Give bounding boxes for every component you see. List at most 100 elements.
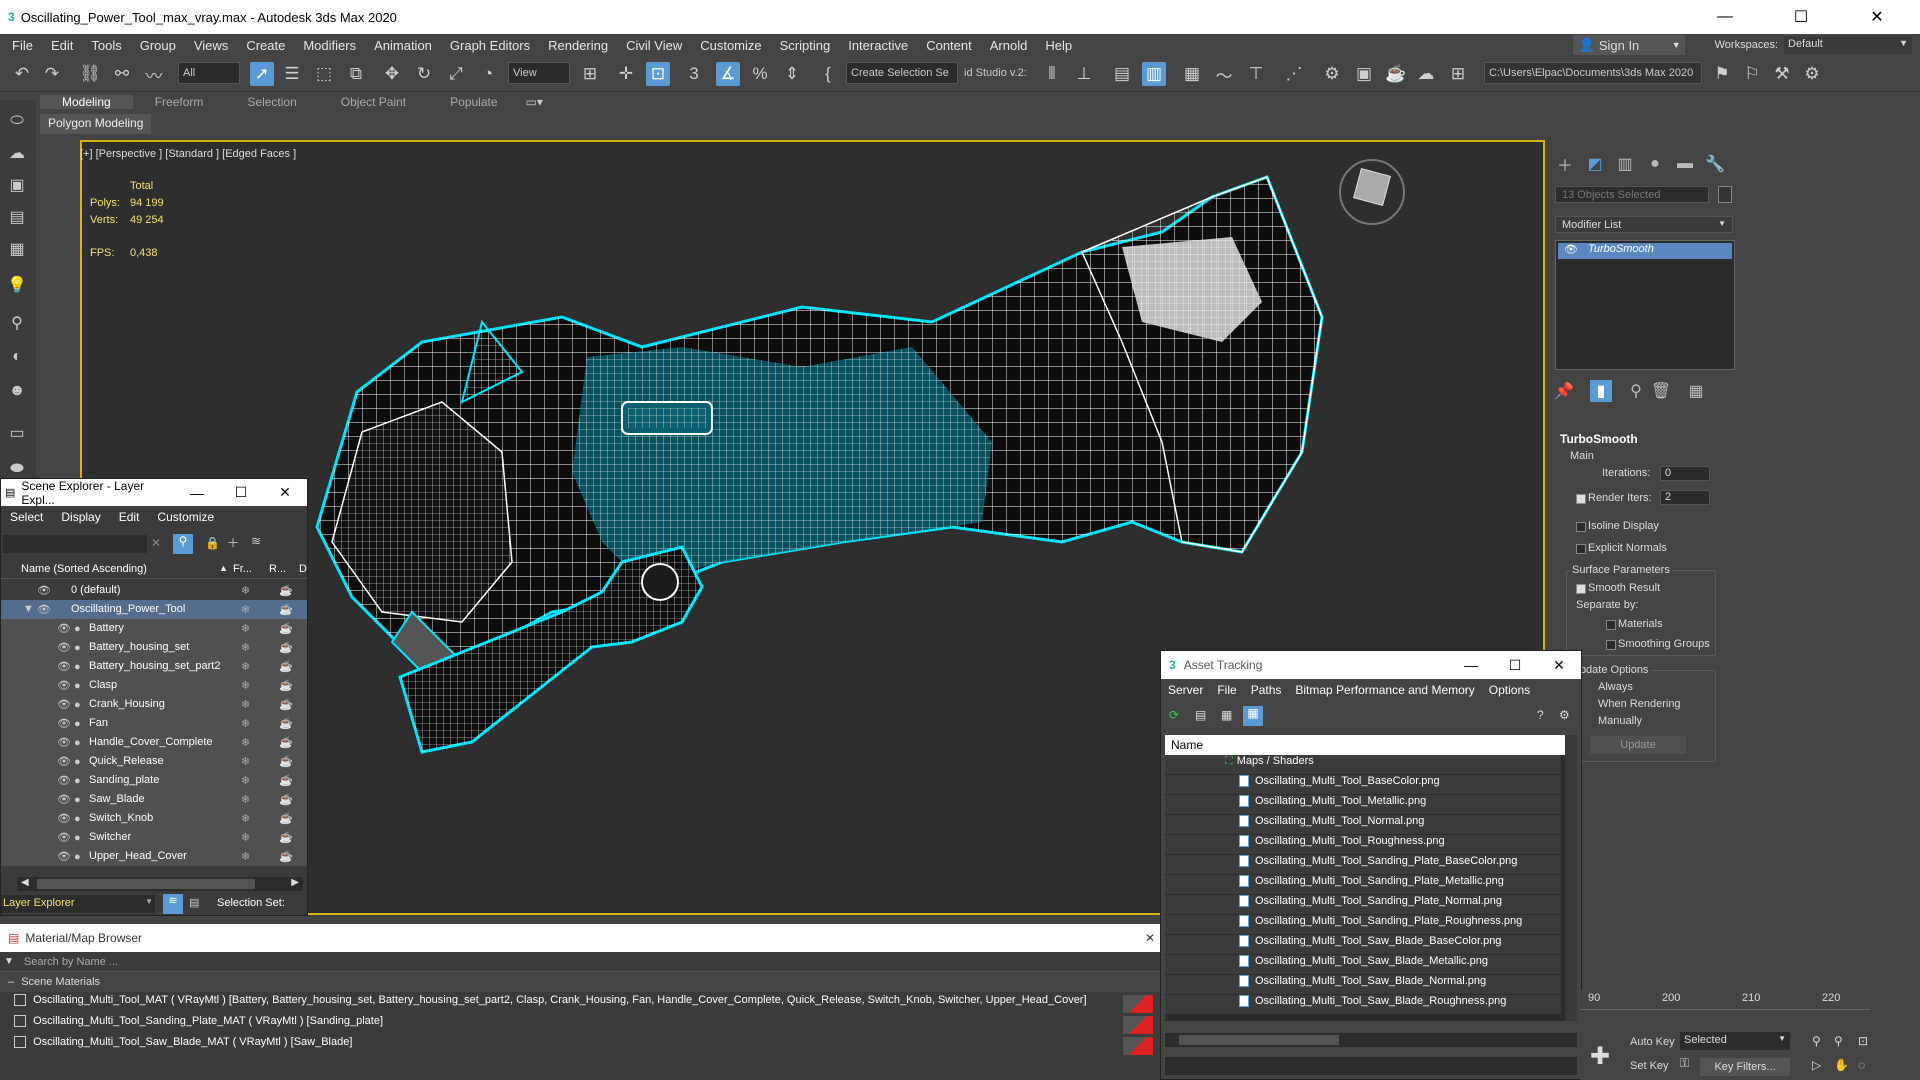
eye-icon[interactable]: 👁 <box>37 584 51 597</box>
freeze-icon[interactable]: ❄ <box>241 774 250 787</box>
eye-icon[interactable]: 👁 ● <box>57 717 81 730</box>
workspaces-dropdown[interactable]: Default ▼ <box>1784 36 1912 54</box>
eye-icon[interactable]: 👁 ● <box>57 850 81 863</box>
material-item[interactable]: Oscillating_Multi_Tool_Sanding_Plate_MAT… <box>14 1015 1157 1035</box>
list-item[interactable]: 👁 ● Handle_Cover_Complete ❄ ☕ <box>1 733 307 752</box>
render-icon[interactable]: ☕ <box>279 717 293 730</box>
material-item[interactable]: Oscillating_Multi_Tool_Saw_Blade_MAT ( V… <box>14 1036 1157 1056</box>
render-icon[interactable]: ☕ <box>279 584 293 597</box>
pivot-icon[interactable]: ⊞ <box>578 62 602 86</box>
pan-icon[interactable]: ✋ <box>1834 1058 1849 1072</box>
when-rendering-radio[interactable]: When Rendering <box>1598 698 1681 710</box>
materials-checkbox[interactable] <box>1606 620 1616 630</box>
list-item[interactable]: Oscillating_Multi_Tool_Metallic.png <box>1165 795 1561 814</box>
menu-graph-editors[interactable]: Graph Editors <box>441 38 539 53</box>
explicit-normals-checkbox[interactable] <box>1576 544 1586 554</box>
eye-icon[interactable]: 👁 ● <box>57 660 81 673</box>
field-of-view-icon[interactable]: ▷ <box>1812 1058 1821 1072</box>
time-ruler[interactable]: 90 200 210 220 <box>1580 990 1870 1010</box>
list-item[interactable]: 👁 ● Battery_housing_set_part2 ❄ ☕ <box>1 657 307 676</box>
asset-menu-paths[interactable]: Paths <box>1244 683 1289 697</box>
material-item[interactable]: Oscillating_Multi_Tool_MAT ( VRayMtl ) [… <box>14 994 1157 1014</box>
scene-maximize-button[interactable]: ☐ <box>219 484 263 501</box>
add-layer-icon[interactable]: ＋ <box>227 534 239 551</box>
render-icon[interactable]: ☕ <box>279 850 293 863</box>
list-item[interactable]: Oscillating_Multi_Tool_Sanding_Plate_Met… <box>1165 875 1561 894</box>
zoom-extents-icon[interactable]: ⊡ <box>1858 1034 1868 1048</box>
tab-populate[interactable]: Populate <box>428 95 519 109</box>
menu-customize[interactable]: Customize <box>691 38 770 53</box>
modifier-stack[interactable] <box>1555 240 1735 370</box>
always-radio[interactable]: Always <box>1598 681 1633 693</box>
display-tab-icon[interactable]: ▬ <box>1674 153 1696 175</box>
remove-modifier-icon[interactable]: 🗑 <box>1650 380 1672 402</box>
list-item[interactable]: 👁 ● Battery_housing_set ❄ ☕ <box>1 638 307 657</box>
freeze-icon[interactable]: ❄ <box>241 793 250 806</box>
asset-v-scrollbar[interactable] <box>1565 735 1577 1021</box>
table-view-icon[interactable]: ▦ <box>1221 708 1232 722</box>
asset-menu-bitmap[interactable]: Bitmap Performance and Memory <box>1288 683 1481 697</box>
project-save-icon[interactable]: ⚒ <box>1770 62 1794 86</box>
reference-coord-dropdown[interactable]: View <box>508 62 570 84</box>
layers-icon[interactable]: ≋ <box>251 534 261 548</box>
menu-edit[interactable]: Edit <box>42 38 82 53</box>
asset-h-scrollbar[interactable] <box>1165 1033 1577 1047</box>
angle-snap-icon[interactable]: ∡ <box>716 62 740 86</box>
scene-menu-display[interactable]: Display <box>52 510 109 524</box>
zoom-icon[interactable]: ⚲ <box>1812 1034 1821 1048</box>
create-panel-icon[interactable]: ☁ <box>4 140 30 166</box>
render-cloud-icon[interactable]: ☁ <box>1414 62 1438 86</box>
render-icon[interactable]: ☕ <box>279 698 293 711</box>
hierarchy-icon[interactable]: ▤ <box>4 204 30 230</box>
project-settings-icon[interactable]: ⚙ <box>1800 62 1824 86</box>
freeze-icon[interactable]: ❄ <box>241 660 250 673</box>
menu-file[interactable]: File <box>0 38 42 53</box>
freeze-icon[interactable]: ❄ <box>241 679 250 692</box>
edit-named-sets-icon[interactable]: { <box>816 62 840 86</box>
group-row-maps[interactable]: ⛶ Maps / Shaders <box>1165 755 1561 774</box>
menu-civil-view[interactable]: Civil View <box>617 38 691 53</box>
bind-spacewarp-icon[interactable]: 〰 <box>142 62 166 86</box>
render-icon[interactable]: ☕ <box>279 793 293 806</box>
menu-arnold[interactable]: Arnold <box>981 38 1037 53</box>
list-item[interactable]: Oscillating_Multi_Tool_Sanding_Plate_Nor… <box>1165 895 1561 914</box>
grid-view-icon[interactable]: ▦ <box>1243 706 1263 726</box>
menu-help[interactable]: Help <box>1036 38 1081 53</box>
schematic-view-icon[interactable]: ⊤ <box>1244 62 1268 86</box>
iterations-spinner[interactable]: 0 <box>1660 466 1710 481</box>
list-item[interactable]: 👁 ● Quick_Release ❄ ☕ <box>1 752 307 771</box>
modifier-stack-item-turbosmooth[interactable]: 👁 TurboSmooth <box>1558 243 1732 259</box>
auto-key-button[interactable]: Auto Key <box>1630 1036 1675 1048</box>
material-editor-icon[interactable]: ⋰ <box>1282 62 1306 86</box>
project-path-dropdown[interactable]: C:\Users\Elpac\Documents\3ds Max 2020 <box>1484 62 1702 84</box>
explorer-type-dropdown[interactable]: Layer Explorer ▼ <box>1 895 155 913</box>
motion-icon[interactable]: ▦ <box>4 236 30 262</box>
list-item[interactable]: Oscillating_Multi_Tool_Normal.png <box>1165 815 1561 834</box>
asset-close-button[interactable]: ✕ <box>1537 657 1581 674</box>
isolate-icon[interactable]: ⚲ <box>4 310 30 336</box>
align-icon[interactable]: ⊥ <box>1072 62 1096 86</box>
ribbon-options-icon[interactable]: ▭▾ <box>526 95 543 109</box>
percent-snap-icon[interactable]: % <box>748 62 772 86</box>
scene-materials-header[interactable]: – Scene Materials <box>0 972 1165 992</box>
list-item[interactable]: 👁 ● Clasp ❄ ☕ <box>1 676 307 695</box>
menu-scripting[interactable]: Scripting <box>771 38 840 53</box>
scene-menu-edit[interactable]: Edit <box>110 510 149 524</box>
eye-icon[interactable]: 👁 <box>1564 243 1578 256</box>
manually-radio[interactable]: Manually <box>1598 715 1642 727</box>
redo-icon[interactable]: ↷ <box>40 62 64 86</box>
col-display[interactable]: D <box>299 563 307 575</box>
modify-tab-icon[interactable]: ◩ <box>1584 153 1606 175</box>
eye-icon[interactable]: 👁 ● <box>57 755 81 768</box>
display-panel-icon[interactable]: ▭ <box>4 420 30 446</box>
list-item[interactable]: Oscillating_Multi_Tool_Saw_Blade_BaseCol… <box>1165 935 1561 954</box>
render-iters-spinner[interactable]: 2 <box>1660 490 1710 505</box>
create-tab-icon[interactable]: ＋ <box>1554 153 1576 175</box>
light-icon[interactable]: 💡 <box>4 272 30 298</box>
undo-icon[interactable]: ↶ <box>10 62 34 86</box>
eye-icon[interactable]: 👁 ● <box>57 812 81 825</box>
tab-freeform[interactable]: Freeform <box>133 95 226 109</box>
asset-menu-server[interactable]: Server <box>1161 683 1210 697</box>
scene-close-button[interactable]: ✕ <box>263 484 307 501</box>
menu-content[interactable]: Content <box>917 38 981 53</box>
